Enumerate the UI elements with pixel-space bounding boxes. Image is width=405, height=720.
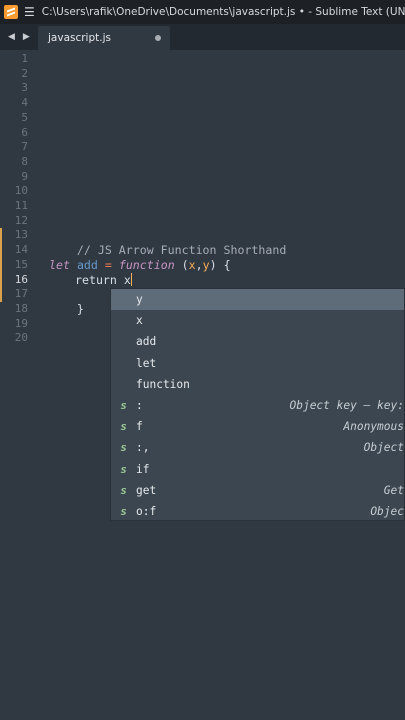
completion-label: if: [136, 462, 150, 476]
line-number: 19: [14, 316, 28, 330]
autocomplete-item[interactable]: s :, Object: [111, 437, 404, 458]
autocomplete-item[interactable]: x: [111, 310, 404, 331]
line-number: 10: [14, 184, 28, 198]
line-number: 8: [21, 154, 28, 168]
completion-label: :,: [136, 441, 150, 455]
forward-arrow-icon[interactable]: ▶: [23, 32, 30, 42]
param-x: x: [188, 257, 196, 272]
line-gutter: 1 2 3 4 5 6 7 8 9 10 11 12 13 14 15 16 1…: [0, 50, 38, 720]
unsaved-dot-icon[interactable]: [155, 35, 161, 41]
code-line-16[interactable]: return x: [75, 272, 132, 288]
code-line-17[interactable]: }: [49, 287, 84, 316]
comma: ,: [195, 257, 203, 272]
snippet-kind-icon: s: [120, 483, 127, 497]
back-arrow-icon[interactable]: ◀: [8, 32, 15, 42]
operator-assign: =: [104, 257, 112, 272]
autocomplete-item[interactable]: s get Get: [111, 480, 404, 501]
line-number: 5: [21, 110, 28, 124]
keyword-return: return: [75, 272, 117, 287]
tab-bar: ◀ ▶ javascript.js: [0, 24, 405, 50]
hamburger-menu-icon[interactable]: ☰: [24, 5, 35, 19]
completion-hint: Object: [363, 441, 404, 455]
line-number: 11: [14, 199, 28, 212]
completion-label: add: [136, 335, 157, 349]
brace-close: }: [76, 301, 84, 316]
line-number: 13: [14, 228, 28, 242]
completion-label: function: [136, 377, 190, 391]
tab-navigation: ◀ ▶: [0, 24, 40, 50]
autocomplete-item-selected[interactable]: y: [111, 289, 404, 311]
autocomplete-item[interactable]: function: [111, 374, 404, 395]
completion-label: o:f: [136, 505, 157, 519]
tab-javascript-js[interactable]: javascript.js: [38, 26, 170, 50]
code-comment: // JS Arrow Function Shorthand: [76, 243, 287, 258]
line-number: 15: [14, 257, 28, 271]
tab-label: javascript.js: [48, 32, 111, 44]
brace-open: {: [223, 257, 231, 272]
snippet-kind-icon: s: [120, 505, 127, 519]
snippet-kind-icon: s: [120, 420, 127, 434]
snippet-kind-icon: s: [120, 399, 127, 413]
window-title: C:\Users\rafik\OneDrive\Documents\javasc…: [41, 6, 405, 18]
return-expression: x: [123, 272, 131, 287]
line-number: 17: [14, 287, 28, 301]
autocomplete-item[interactable]: s f Anonymous: [111, 416, 404, 437]
autocomplete-item[interactable]: let: [111, 353, 404, 374]
completion-label: f: [136, 420, 143, 434]
autocomplete-item[interactable]: s : Object key — key:: [111, 395, 404, 416]
code-line-13[interactable]: // JS Arrow Function Shorthand: [49, 228, 286, 257]
completion-hint: Anonymous: [343, 420, 404, 434]
line-number: 7: [21, 140, 28, 154]
line-number: 20: [14, 331, 28, 345]
line-number-active: 16: [14, 272, 28, 286]
snippet-kind-icon: s: [120, 441, 127, 455]
completion-label: :: [136, 399, 143, 413]
sublime-logo-icon: [4, 5, 18, 19]
variable-add: add: [76, 257, 98, 272]
line-number: 3: [21, 81, 28, 95]
code-line-15[interactable]: let add = function (x,y) {: [49, 258, 231, 273]
paren-open: (: [181, 257, 189, 272]
completion-label: x: [136, 314, 143, 328]
param-y: y: [202, 257, 210, 272]
text-cursor: [130, 272, 132, 286]
line-number: 1: [21, 52, 28, 65]
line-number: 18: [14, 301, 28, 315]
line-number: 12: [14, 213, 28, 227]
completion-label: y: [136, 293, 143, 307]
autocomplete-popup[interactable]: y x add let function s : Object key — ke…: [110, 288, 405, 521]
line-number: 14: [14, 243, 28, 257]
autocomplete-item[interactable]: add: [111, 331, 404, 352]
completion-hint: Get: [383, 483, 404, 497]
paren-close: ): [209, 257, 217, 272]
completion-hint: Object key — key:: [289, 399, 404, 413]
autocomplete-item[interactable]: s o:f Objec: [111, 501, 404, 520]
line-number: 2: [21, 66, 28, 80]
autocomplete-item[interactable]: s if: [111, 459, 404, 480]
snippet-kind-icon: s: [120, 462, 127, 476]
keyword-function: function: [118, 257, 175, 272]
title-bar: ☰ C:\Users\rafik\OneDrive\Documents\java…: [0, 0, 405, 24]
keyword-let: let: [49, 257, 70, 272]
completion-label: let: [136, 356, 157, 370]
completion-hint: Objec: [370, 505, 404, 519]
line-number: 9: [21, 169, 28, 183]
line-number: 6: [21, 125, 28, 139]
line-number: 4: [21, 96, 28, 110]
completion-label: get: [136, 483, 157, 497]
